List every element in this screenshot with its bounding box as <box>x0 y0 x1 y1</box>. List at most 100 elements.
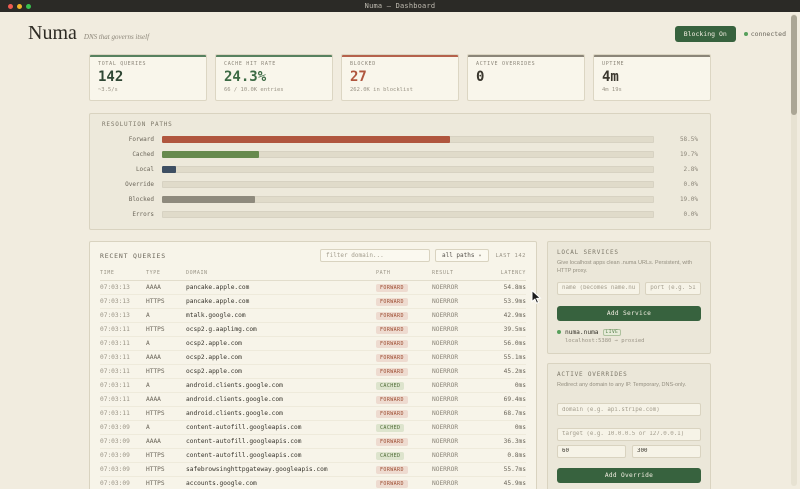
query-result: NOERROR <box>432 424 482 431</box>
stats-row: TOTAL QUERIES 142 ~3.5/s CACHE HIT RATE … <box>89 54 711 101</box>
override-ttl-input[interactable] <box>557 445 626 458</box>
query-result: NOERROR <box>432 368 482 375</box>
path-percentage: 0.0% <box>662 181 698 188</box>
bar-track <box>162 181 654 188</box>
live-badge: LIVE <box>603 329 622 336</box>
app-logo: Numa <box>28 22 77 45</box>
query-domain: safebrowsinghttpgateway.googleapis.com <box>186 466 376 473</box>
scrollbar-thumb[interactable] <box>791 15 797 115</box>
resolution-paths-chart: Forward 58.5% Cached 19.7% Local <box>102 136 698 218</box>
path-badge: FORWARD <box>376 466 408 474</box>
query-row: 07:03:09 HTTPS accounts.google.com FORWA… <box>100 477 526 489</box>
stat-card: CACHE HIT RATE 24.3% 66 / 10.0K entries <box>215 54 333 101</box>
stat-label: CACHE HIT RATE <box>224 61 324 67</box>
active-overrides-description: Redirect any domain to any IP. Temporary… <box>557 382 701 390</box>
stat-label: ACTIVE OVERRIDES <box>476 61 576 67</box>
path-percentage: 19.0% <box>662 196 698 203</box>
path-badge: FORWARD <box>376 340 408 348</box>
path-label: Forward <box>102 136 154 143</box>
query-latency: 54.8ms <box>482 284 526 291</box>
query-row: 07:03:11 AAAA android.clients.google.com… <box>100 393 526 407</box>
query-latency: 36.3ms <box>482 438 526 445</box>
resolution-paths-title: RESOLUTION PATHS <box>102 121 698 128</box>
query-time: 07:03:11 <box>100 326 146 333</box>
local-services-title: LOCAL SERVICES <box>557 249 701 256</box>
query-time: 07:03:09 <box>100 480 146 487</box>
filter-domain-input[interactable] <box>320 249 430 262</box>
path-badge: FORWARD <box>376 438 408 446</box>
query-row: 07:03:11 A android.clients.google.com CA… <box>100 379 526 393</box>
stat-card: TOTAL QUERIES 142 ~3.5/s <box>89 54 207 101</box>
app-header: Numa DNS that governs itself Blocking On… <box>0 12 800 45</box>
path-badge: FORWARD <box>376 396 408 404</box>
query-time: 07:03:11 <box>100 410 146 417</box>
stat-card: ACTIVE OVERRIDES 0 <box>467 54 585 101</box>
query-time: 07:03:09 <box>100 424 146 431</box>
query-time: 07:03:11 <box>100 368 146 375</box>
stat-value: 142 <box>98 69 198 85</box>
query-domain: content-autofill.googleapis.com <box>186 452 376 459</box>
query-domain: android.clients.google.com <box>186 410 376 417</box>
query-latency: 45.2ms <box>482 368 526 375</box>
resolution-path-row: Forward 58.5% <box>102 136 698 143</box>
path-badge: FORWARD <box>376 410 408 418</box>
active-overrides-title: ACTIVE OVERRIDES <box>557 371 701 378</box>
query-latency: 0ms <box>482 424 526 431</box>
recent-queries-title: RECENT QUERIES <box>100 252 166 260</box>
query-latency: 39.5ms <box>482 326 526 333</box>
add-service-button[interactable]: Add Service <box>557 306 701 321</box>
stat-card: BLOCKED 27 262.0K in blocklist <box>341 54 459 101</box>
stat-sub: 4m 19s <box>602 87 702 94</box>
bottom-section: RECENT QUERIES all paths ▾ LAST 142 TIME… <box>89 241 711 489</box>
query-domain: accounts.google.com <box>186 480 376 487</box>
path-percentage: 0.0% <box>662 211 698 218</box>
query-domain: mtalk.google.com <box>186 312 376 319</box>
service-name: numa.numa <box>565 329 599 336</box>
window-title: Numa — Dashboard <box>0 2 800 10</box>
override-duration-input[interactable] <box>632 445 701 458</box>
service-name-input[interactable] <box>557 282 640 295</box>
col-type: TYPE <box>146 270 186 276</box>
scrollbar-track[interactable] <box>791 14 797 486</box>
query-time: 07:03:09 <box>100 438 146 445</box>
stat-value: 27 <box>350 69 450 85</box>
override-target-input[interactable] <box>557 428 701 441</box>
resolution-paths-panel: RESOLUTION PATHS Forward 58.5% Cached 1 <box>89 113 711 230</box>
path-label: Cached <box>102 151 154 158</box>
path-badge: CACHED <box>376 382 404 390</box>
override-domain-input[interactable] <box>557 403 701 416</box>
service-port-input[interactable] <box>645 282 701 295</box>
service-item: numa.numa LIVE localhost:5380 → proxied <box>557 329 701 344</box>
resolution-path-row: Cached 19.7% <box>102 151 698 158</box>
stat-label: TOTAL QUERIES <box>98 61 198 67</box>
query-latency: 68.7ms <box>482 410 526 417</box>
bar-fill <box>162 166 176 173</box>
query-time: 07:03:11 <box>100 382 146 389</box>
main-content: TOTAL QUERIES 142 ~3.5/s CACHE HIT RATE … <box>89 54 711 489</box>
path-badge: FORWARD <box>376 298 408 306</box>
path-badge: FORWARD <box>376 312 408 320</box>
query-row: 07:03:13 HTTPS pancake.apple.com FORWARD… <box>100 295 526 309</box>
right-column: LOCAL SERVICES Give localhost apps clean… <box>547 241 711 489</box>
add-override-button[interactable]: Add Override <box>557 468 701 483</box>
service-detail: localhost:5380 → proxied <box>565 338 701 344</box>
query-domain: android.clients.google.com <box>186 382 376 389</box>
blocking-toggle-button[interactable]: Blocking On <box>675 26 736 42</box>
stat-label: UPTIME <box>602 61 702 67</box>
query-row: 07:03:11 AAAA ocsp2.apple.com FORWARD NO… <box>100 351 526 365</box>
col-result: RESULT <box>432 270 482 276</box>
bar-fill <box>162 151 259 158</box>
query-latency: 55.7ms <box>482 466 526 473</box>
recent-queries-panel: RECENT QUERIES all paths ▾ LAST 142 TIME… <box>89 241 537 489</box>
query-type: AAAA <box>146 396 186 403</box>
resolution-path-row: Override 0.0% <box>102 181 698 188</box>
bar-fill <box>162 136 450 143</box>
query-type: HTTPS <box>146 466 186 473</box>
stat-sub: ~3.5/s <box>98 87 198 94</box>
query-domain: content-autofill.googleapis.com <box>186 424 376 431</box>
query-domain: pancake.apple.com <box>186 298 376 305</box>
bar-track <box>162 166 654 173</box>
live-dot-icon <box>557 330 561 334</box>
query-type: HTTPS <box>146 368 186 375</box>
path-filter-select[interactable]: all paths ▾ <box>435 249 489 262</box>
